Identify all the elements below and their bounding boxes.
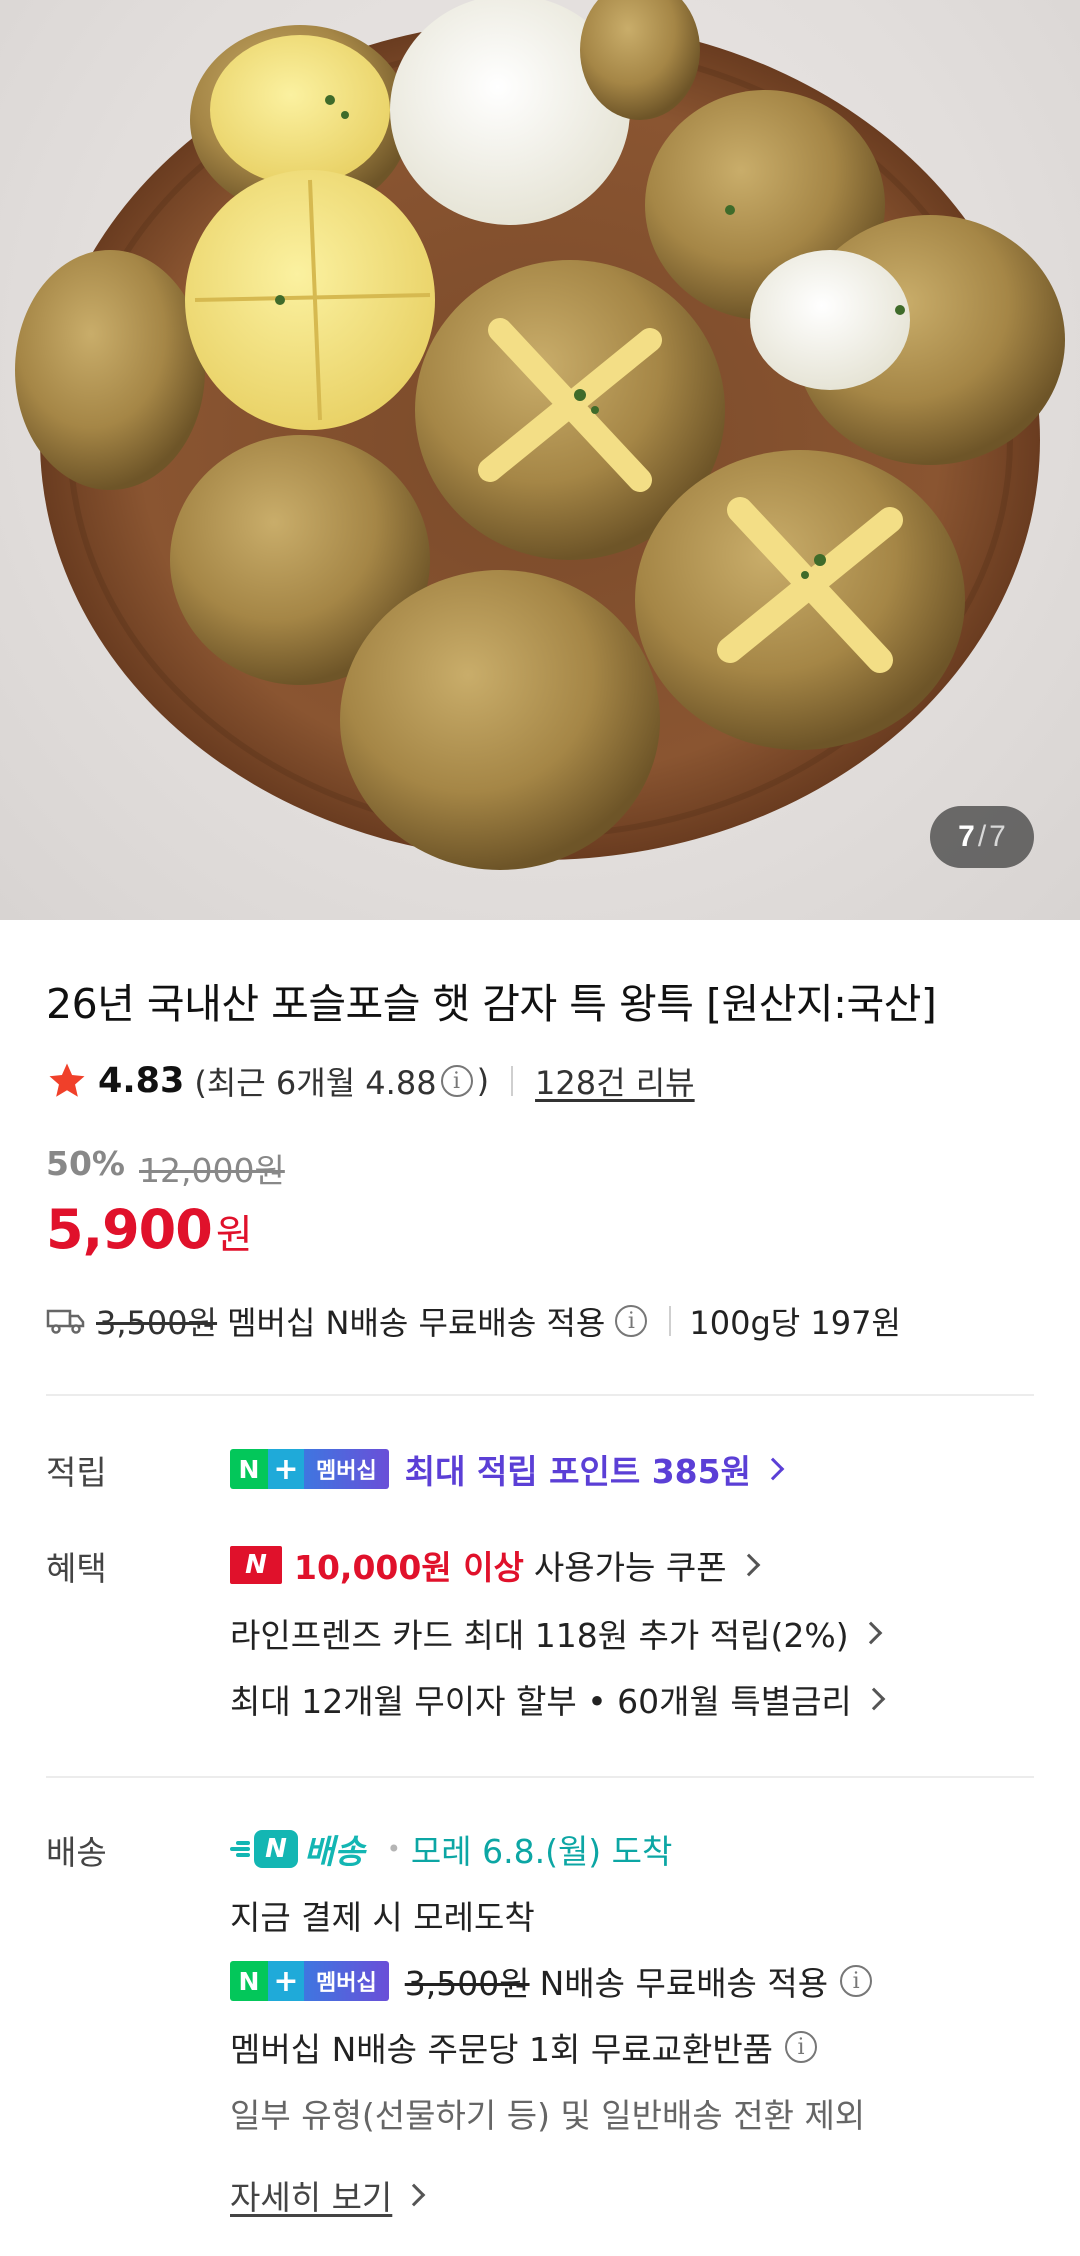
rating-row: 4.83 (최근 6개월 4.88 i ) 128건 리뷰 (46, 1056, 695, 1106)
exchange-row: 멤버십 N배송 주문당 1회 무료교환반품 i (230, 2022, 821, 2072)
info-icon[interactable]: i (615, 1305, 648, 1337)
card-benefit-row[interactable]: 라인프렌즈 카드 최대 118원 추가 적립(2%) (230, 1608, 882, 1658)
chevron-right-icon (859, 1621, 882, 1645)
membership-badge-n: N (230, 1449, 268, 1489)
recent-rating-close: ) (476, 1062, 490, 1100)
image-counter-total: 7 (989, 820, 1006, 853)
membership-badge-plus: + (268, 1449, 304, 1489)
chevron-right-icon (402, 2183, 426, 2207)
shipping-summary: 3,500원 멤버십 N배송 무료배송 적용 i 100g당 197원 (46, 1296, 901, 1346)
card-benefit-text: 라인프렌즈 카드 최대 118원 추가 적립(2%) (230, 1616, 849, 1655)
coupon-text: 사용가능 쿠폰 (533, 1548, 727, 1587)
discount-row: 50% 12,000원 (46, 1144, 285, 1192)
divider (511, 1066, 514, 1096)
original-price: 12,000원 (139, 1151, 285, 1190)
delivery-arrival-row: N 배송 • 모레 6.8.(월) 도착 (230, 1824, 672, 1874)
n-delivery-logo-text: 배송 (304, 1832, 365, 1871)
pay-now-row: 지금 결제 시 모레도착 (230, 1890, 535, 1940)
installment-text: 최대 12개월 무이자 할부 • 60개월 특별금리 (230, 1682, 852, 1721)
view-details-link[interactable]: 자세히 보기 (230, 2171, 392, 2219)
membership-badge: N + 멤버십 (230, 1449, 389, 1489)
star-icon (49, 1063, 85, 1097)
n-delivery-logo: N 배송 (230, 1825, 365, 1873)
rating-value: 4.83 (98, 1061, 185, 1101)
image-counter-current: 7 (958, 820, 975, 853)
section-divider (46, 1394, 1034, 1396)
naver-n-badge: N (230, 1546, 282, 1584)
section-divider (46, 1776, 1034, 1778)
free-shipping-text: N배송 무료배송 적용 (539, 1964, 829, 2003)
shipping-fee: 3,500원 (96, 1304, 218, 1342)
points-label: 적립 (46, 1453, 107, 1492)
exclusion-row: 일부 유형(선물하기 등) 및 일반배송 전환 제외 (230, 2088, 865, 2138)
membership-badge-label: 멤버십 (304, 1961, 389, 2001)
pay-now-text: 지금 결제 시 모레도착 (230, 1898, 535, 1937)
coupon-amount: 10,000원 이상 (294, 1548, 524, 1587)
product-title: 26년 국내산 포슬포슬 햇 감자 특 왕특 [원산지:국산] (46, 980, 937, 1028)
info-icon[interactable]: i (440, 1065, 473, 1097)
review-link[interactable]: 128건 리뷰 (535, 1058, 695, 1104)
membership-badge-n: N (230, 1961, 268, 2001)
delivery-fee: 3,500원 (404, 1964, 530, 2003)
installment-row[interactable]: 최대 12개월 무이자 할부 • 60개월 특별금리 (230, 1674, 886, 1724)
image-counter-separator: / (977, 820, 987, 853)
price-row: 5,900 원 (46, 1198, 253, 1261)
membership-badge: N + 멤버십 (230, 1961, 389, 2001)
exclusion-text: 일부 유형(선물하기 등) 및 일반배송 전환 제외 (230, 2096, 866, 2135)
potato-plate-photo (15, 0, 1065, 870)
arrival-date: 모레 6.8.(월) 도착 (410, 1832, 673, 1871)
price-unit: 원 (215, 1212, 253, 1258)
coupon-row[interactable]: N 10,000원 이상 사용가능 쿠폰 (230, 1540, 760, 1590)
detail-link-row[interactable]: 자세히 보기 (230, 2170, 426, 2220)
truck-icon (46, 1309, 85, 1334)
membership-badge-label: 멤버십 (304, 1449, 389, 1489)
max-points-text: 최대 적립 포인트 385원 (404, 1452, 751, 1491)
image-counter: 7 / 7 (930, 806, 1034, 868)
separator-dot: • (386, 1835, 401, 1863)
unit-price: 100g당 197원 (689, 1304, 901, 1342)
chevron-right-icon (761, 1457, 785, 1481)
n-delivery-logo-n: N (254, 1830, 298, 1868)
product-image[interactable]: 7 / 7 (0, 0, 1080, 920)
sale-price: 5,900 (46, 1198, 213, 1261)
divider (669, 1306, 672, 1336)
discount-rate: 50% (46, 1144, 125, 1183)
shipping-text: 멤버십 N배송 무료배송 적용 (227, 1304, 606, 1342)
speed-lines-icon (230, 1837, 250, 1861)
chevron-right-icon (737, 1553, 760, 1577)
info-icon[interactable]: i (840, 1965, 873, 1997)
chevron-right-icon (862, 1687, 886, 1711)
info-icon[interactable]: i (785, 2031, 818, 2063)
membership-badge-plus: + (268, 1961, 304, 2001)
benefits-label: 혜택 (46, 1549, 107, 1588)
points-row[interactable]: N + 멤버십 최대 적립 포인트 385원 (230, 1444, 785, 1494)
exchange-text: 멤버십 N배송 주문당 1회 무료교환반품 (230, 2030, 774, 2069)
delivery-label: 배송 (46, 1833, 107, 1872)
recent-rating-text: (최근 6개월 4.88 (194, 1064, 437, 1102)
recent-rating: (최근 6개월 4.88 i ) (194, 1058, 489, 1104)
membership-free-shipping-row: N + 멤버십 3,500원 N배송 무료배송 적용 i (230, 1956, 876, 2006)
